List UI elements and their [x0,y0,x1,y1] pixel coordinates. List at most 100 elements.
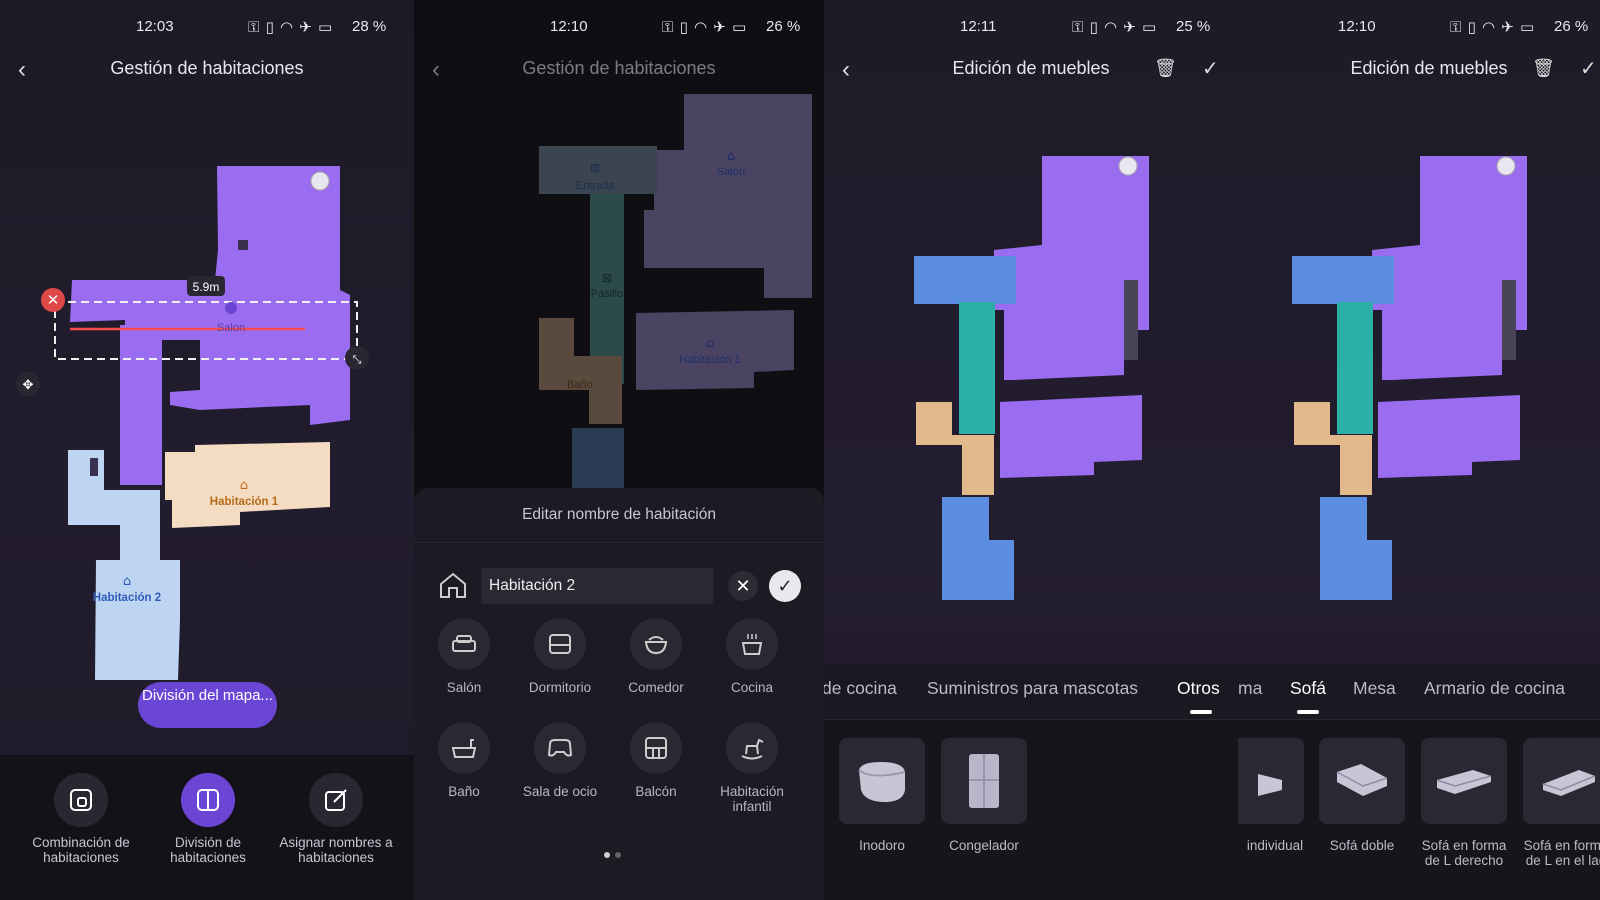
category-tab-otros[interactable]: Otros [1177,678,1220,699]
furniture-item-sofa-l-derecho[interactable]: Sofá en forma de L derecho [1414,738,1514,868]
entrada-icon: ⊠ [590,161,600,175]
room-type-salon[interactable]: Salón [416,618,512,695]
room-type-label: Sala de ocio [522,784,598,799]
room-type-balcon[interactable]: Balcón [608,722,704,799]
category-tab-sofa[interactable]: Sofá [1290,678,1326,699]
name-row: ✕ ✓ [414,568,824,604]
category-tab-armario[interactable]: Armario de cocina [1424,678,1565,699]
room-type-dormitorio[interactable]: Dormitorio [512,618,608,695]
corridor [120,325,162,485]
furniture-wall-block [1502,280,1516,360]
floor-map[interactable] [1238,0,1600,640]
confirm-button[interactable]: ✓ [769,570,801,602]
floor-map-dimmed: ⊠ Entrada ⌂ Salón ⊠ Pasillo ⌂ Habitación… [539,94,812,488]
room-label-pasillo: Pasillo [591,288,623,300]
active-tab-indicator [1190,710,1212,714]
svg-text:✥: ✥ [23,378,34,393]
room-type-label: Cocina [730,680,774,695]
robot-dock-icon [1496,156,1516,176]
room-label-bano: Baño [567,379,593,391]
room-type-label: Habitación infantil [720,784,784,814]
furniture-item-congelador[interactable]: Congelador [934,738,1034,853]
floor-map[interactable] [824,0,1238,640]
sheet-title: Editar nombre de habitación [522,506,716,523]
merge-icon [70,789,92,811]
furniture-label: Sofá en forma de L derecho [1421,838,1507,868]
split-icon [197,789,219,811]
room-home-icon-1: ⌂ [240,478,248,493]
bowl-icon [644,636,668,655]
home-icon [440,572,466,598]
room-habitacion-1 [636,310,794,390]
gamepad-icon [547,739,573,757]
room-type-habitacion-infantil[interactable]: Habitación infantil [704,722,800,814]
rename-room-panel: 12:10 ⚿ ▯ ◠ ✈ ▭ 26 % ‹ Gestión de habita… [414,0,824,900]
tool-rename-label: Asignar nombres a habitaciones [279,835,393,865]
furniture-label: Inodoro [859,838,905,853]
floor-map[interactable]: ✕ ✥ ⤡ 5.9m Salon ⌂ Habitación 1 ⌂ Habita… [0,0,414,690]
furniture-list: individual Sofá doble Sofá en forma de L… [1238,720,1600,900]
room-type-comedor[interactable]: Comedor [608,618,704,695]
furniture-item-sofa-individual[interactable]: individual [1238,738,1310,853]
fridge-icon [969,754,999,808]
category-tab-cocina[interactable]: de cocina [824,678,897,699]
habitacion-1-icon: ⌂ [706,336,714,351]
salon-icon: ⌂ [727,149,735,164]
divider [414,542,824,543]
room-type-label: Salón [446,680,482,695]
category-tab-mesa[interactable]: Mesa [1353,678,1396,699]
room-type-cocina[interactable]: Cocina [704,618,800,695]
bed-icon [549,634,571,654]
room-type-bano[interactable]: Baño [416,722,512,799]
close-icon: ✕ [735,576,751,596]
tool-split-label: División de habitaciones [170,835,246,865]
tool-merge-rooms[interactable]: Combinación de habitaciones [21,773,141,865]
room-label-habitacion-1: Habitación 1 [679,354,740,366]
furniture-item-sofa-doble[interactable]: Sofá doble [1312,738,1412,853]
room-type-sala-de-ocio[interactable]: Sala de ocio [512,722,608,799]
room-type-label: Balcón [635,784,677,799]
tool-split-rooms[interactable]: División de habitaciones [148,773,268,865]
salon-marker-icon [225,302,237,314]
furniture-editing-panel: 12:11 ⚿ ▯ ◠ ✈ ▭ 25 % ‹ Edición de mueble… [824,0,1238,900]
tool-merge-label: Combinación de habitaciones [32,835,130,865]
furniture-wall-block [1124,280,1138,360]
rename-icon [325,789,347,811]
sofa-icon [452,635,476,652]
room-label-salon: Salón [717,166,745,178]
room-name-input[interactable] [481,568,713,604]
category-tab-mascotas[interactable]: Suministros para mascotas [927,678,1138,699]
room-type-label: Dormitorio [528,680,592,695]
furniture-editing-sofa-panel: 12:10 ⚿ ▯ ◠ ✈ ▭ 26 % Edición de muebles … [1238,0,1600,900]
clear-button[interactable]: ✕ [728,571,758,601]
page-indicator [604,845,626,863]
robot-dock-icon [1118,156,1138,176]
furniture-label: individual [1246,838,1304,853]
svg-text:⤡: ⤡ [353,353,362,366]
room-label-habitacion-1: Habitación 1 [210,496,279,508]
room-label-entrada: Entrada [576,180,615,192]
bathtub-icon [451,739,477,758]
tool-bar: Combinación de habitaciones División de … [0,755,414,900]
furniture-item-inodoro[interactable]: Inodoro [832,738,932,853]
pot-icon [741,634,763,655]
toilet-icon [858,762,906,802]
furniture-label: Sofá doble [1329,838,1395,853]
furniture-category-bar: ma Sofá Mesa Armario de cocina [1238,664,1600,720]
room-habitacion-2 [572,428,624,488]
rocking-horse-icon [741,738,764,760]
l-sofa-left-icon [1542,770,1596,796]
map-division-button[interactable]: División del mapa... [138,682,277,728]
tool-rename-rooms[interactable]: Asignar nombres a habitaciones [276,773,396,865]
room-management-panel: 12:03 ⚿ ▯ ◠ ✈ ▭ 28 % ‹ Gestión de habita… [0,0,414,900]
room-type-label: Baño [448,784,480,799]
category-tab-cama[interactable]: ma [1238,678,1262,699]
furniture-item-sofa-l-izquierdo[interactable]: Sofá en forma de L en el lad [1516,738,1600,868]
measure-label: 5.9m [193,280,220,294]
room-label-salon: Salon [217,322,245,334]
furniture-category-bar: de cocina Suministros para mascotas Otro… [824,664,1238,720]
active-tab-indicator [1297,710,1319,714]
room-type-label: Comedor [628,680,684,695]
l-sofa-right-icon [1436,770,1492,794]
room-salon [644,94,812,298]
